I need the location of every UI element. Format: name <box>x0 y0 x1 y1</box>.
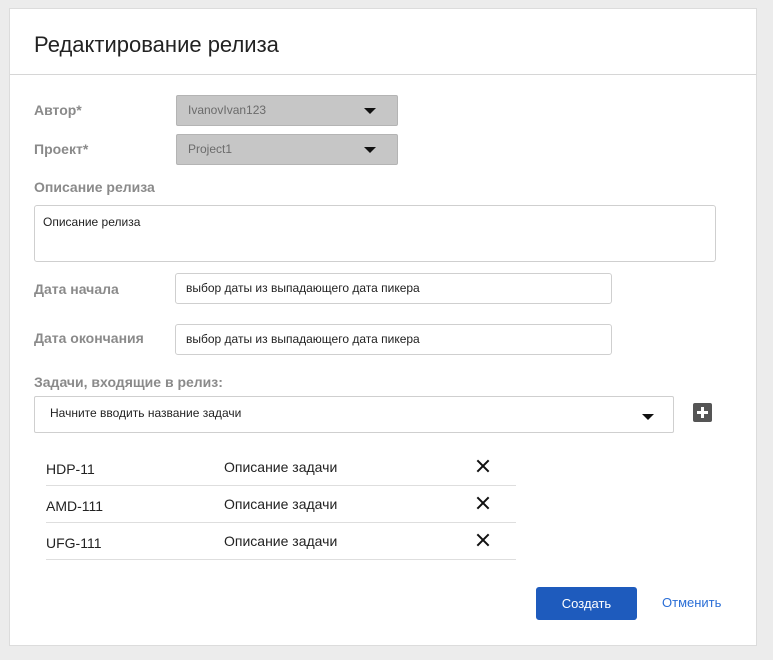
caret-down-icon <box>364 108 376 114</box>
cancel-link[interactable]: Отменить <box>662 595 721 610</box>
start-date-label: Дата начала <box>34 281 119 297</box>
close-icon[interactable] <box>476 459 490 473</box>
tasks-label: Задачи, входящие в релиз: <box>34 374 223 390</box>
task-search-select[interactable]: Начните вводить название задачи <box>34 396 674 433</box>
start-date-input[interactable]: выбор даты из выпадающего дата пикера <box>175 273 612 304</box>
task-row: AMD-111 Описание задачи <box>46 486 516 523</box>
task-description: Описание задачи <box>224 496 338 512</box>
task-description: Описание задачи <box>224 459 338 475</box>
caret-down-icon <box>642 414 654 420</box>
create-button[interactable]: Создать <box>536 587 637 620</box>
project-label: Проект* <box>34 141 89 157</box>
project-select-value: Project1 <box>188 142 233 156</box>
task-description: Описание задачи <box>224 533 338 549</box>
task-search-placeholder: Начните вводить название задачи <box>50 406 242 420</box>
end-date-label: Дата окончания <box>34 330 144 346</box>
caret-down-icon <box>364 147 376 153</box>
task-row: UFG-111 Описание задачи <box>46 523 516 560</box>
project-select[interactable]: Project1 <box>176 134 398 165</box>
edit-release-dialog: Редактирование релиза Автор* IvanovIvan1… <box>9 8 757 646</box>
author-label: Автор* <box>34 102 82 118</box>
author-select[interactable]: IvanovIvan123 <box>176 95 398 126</box>
title-divider <box>10 74 756 75</box>
dialog-title: Редактирование релиза <box>34 32 279 57</box>
author-select-value: IvanovIvan123 <box>188 103 267 117</box>
description-textarea[interactable]: Описание релиза <box>34 205 716 262</box>
end-date-input[interactable]: выбор даты из выпадающего дата пикера <box>175 324 612 355</box>
close-icon[interactable] <box>476 496 490 510</box>
add-task-button[interactable] <box>693 403 712 422</box>
task-id: HDP-11 <box>46 461 95 477</box>
task-id: AMD-111 <box>46 498 104 514</box>
task-row: HDP-11 Описание задачи <box>46 449 516 486</box>
description-label: Описание релиза <box>34 179 155 195</box>
task-id: UFG-111 <box>46 535 102 551</box>
close-icon[interactable] <box>476 533 490 547</box>
